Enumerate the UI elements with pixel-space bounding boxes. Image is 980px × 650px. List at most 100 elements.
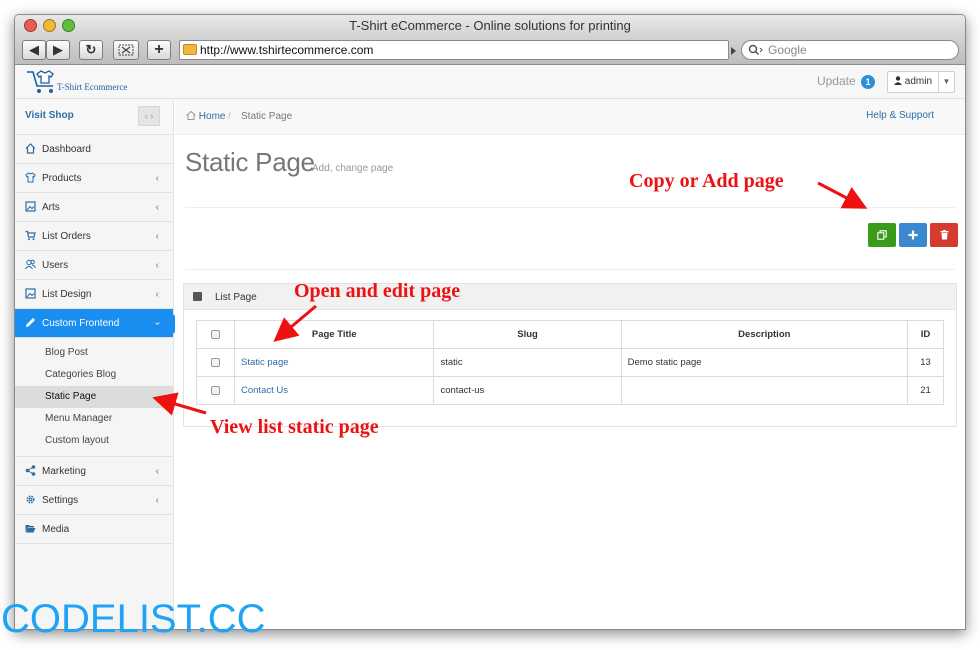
sidebar-item-label: Arts xyxy=(42,202,60,213)
sidebar-item-users[interactable]: Users ‹ xyxy=(15,251,173,280)
panel-title: List Page xyxy=(215,292,257,303)
column-header-description[interactable]: Description xyxy=(620,320,909,349)
select-all-cell xyxy=(196,320,235,349)
zoom-window-icon[interactable] xyxy=(62,19,75,32)
sidebar-item-list-design[interactable]: List Design ‹ xyxy=(15,280,173,309)
page-title-cell: Contact Us xyxy=(233,376,435,405)
search-input[interactable]: Google xyxy=(741,40,959,60)
breadcrumb-home-label: Home xyxy=(198,111,226,122)
reload-button[interactable]: ↻ xyxy=(79,40,103,60)
submenu-item-static-page[interactable]: Static Page xyxy=(15,386,173,408)
row-checkbox[interactable] xyxy=(211,357,220,367)
chevron-left-icon: ‹ xyxy=(155,495,159,506)
update-link[interactable]: Update 1 xyxy=(817,74,875,89)
annotation-view-list: View list static page xyxy=(210,416,379,438)
submenu-item-custom-layout[interactable]: Custom layout xyxy=(15,430,173,452)
close-window-icon[interactable] xyxy=(24,19,37,32)
chevron-down-icon: ‹ xyxy=(151,321,163,326)
page-title-link[interactable]: Static page xyxy=(241,357,289,368)
browser-titlebar: T-Shirt eCommerce - Online solutions for… xyxy=(15,15,965,37)
chevron-left-icon: ‹ xyxy=(155,466,159,477)
sidebar-item-label: List Orders xyxy=(42,231,91,242)
sidebar-item-custom-frontend[interactable]: Custom Frontend ‹ xyxy=(15,309,182,338)
sidebar-item-label: Settings xyxy=(42,495,79,506)
page-title: Static Page xyxy=(185,147,315,177)
description-cell xyxy=(620,376,909,405)
dropdown-arrow-icon[interactable] xyxy=(731,47,736,55)
row-checkbox[interactable] xyxy=(211,385,220,395)
scissors-icon xyxy=(118,44,134,56)
chevron-left-icon: ‹ xyxy=(155,202,159,213)
browser-toolbar: ◀ ▶ ↻ + http://www.tshirtecommerce.com G… xyxy=(15,37,965,65)
plus-icon xyxy=(908,230,918,240)
sidebar-item-media[interactable]: Media xyxy=(15,515,173,544)
app-header: T-Shirt Ecommerce Update 1 admin ▼ xyxy=(15,65,965,99)
submenu-item-blog-post[interactable]: Blog Post xyxy=(15,342,173,364)
image-icon xyxy=(25,288,36,299)
sidebar-item-marketing[interactable]: Marketing ‹ xyxy=(15,457,173,486)
row-select-cell xyxy=(196,348,235,377)
forward-button[interactable]: ▶ xyxy=(46,40,70,60)
add-bookmark-button[interactable]: + xyxy=(147,40,171,60)
copy-page-button[interactable] xyxy=(868,223,896,247)
description-cell: Demo static page xyxy=(620,348,909,377)
cart-logo-icon xyxy=(27,70,54,93)
visit-shop-link[interactable]: Visit Shop xyxy=(25,110,74,121)
sidebar-collapse-toggle[interactable]: ‹ › xyxy=(138,106,160,126)
help-support-link[interactable]: Help & Support xyxy=(866,110,934,121)
browser-title: T-Shirt eCommerce - Online solutions for… xyxy=(349,18,631,33)
page-title-cell: Static page xyxy=(233,348,435,377)
user-menu-button[interactable]: admin ▼ xyxy=(887,71,955,93)
submenu-item-categories-blog[interactable]: Categories Blog xyxy=(15,364,173,386)
sidebar-item-label: Users xyxy=(42,260,69,271)
back-button[interactable]: ◀ xyxy=(22,40,46,60)
search-placeholder: Google xyxy=(768,43,807,57)
folder-open-icon xyxy=(25,525,36,533)
minimize-window-icon[interactable] xyxy=(43,19,56,32)
sidebar-item-products[interactable]: Products ‹ xyxy=(15,164,173,193)
column-header-id[interactable]: ID xyxy=(907,320,944,349)
cart-icon xyxy=(25,230,36,241)
slug-cell: static xyxy=(433,348,622,377)
annotation-open-edit: Open and edit page xyxy=(294,280,461,302)
user-name: admin xyxy=(904,76,933,87)
breadcrumb-current: Static Page xyxy=(241,111,293,122)
sidebar-item-label: Products xyxy=(42,173,82,184)
sidebar-item-settings[interactable]: Settings ‹ xyxy=(15,486,173,515)
submenu-item-menu-manager[interactable]: Menu Manager xyxy=(15,408,173,430)
column-header-slug[interactable]: Slug xyxy=(433,320,622,349)
id-cell: 21 xyxy=(907,376,944,405)
external-link-icon xyxy=(193,292,202,301)
page-title-link[interactable]: Contact Us xyxy=(241,385,288,396)
column-header-page-title[interactable]: Page Title xyxy=(233,320,435,349)
table-row: Contact Us contact-us 21 xyxy=(196,376,944,405)
share-icon xyxy=(25,465,36,476)
annotation-copy-add: Copy or Add page xyxy=(629,170,784,192)
add-page-button[interactable] xyxy=(899,223,927,247)
custom-frontend-submenu: Blog Post Categories Blog Static Page Me… xyxy=(15,338,173,457)
chevron-down-icon[interactable]: ▼ xyxy=(938,72,954,92)
delete-page-button[interactable] xyxy=(930,223,958,247)
chevron-left-icon: ‹ xyxy=(155,260,159,271)
search-icon xyxy=(748,44,763,56)
sidebar-item-label: Custom Frontend xyxy=(42,318,120,329)
logo[interactable]: T-Shirt Ecommerce xyxy=(25,68,145,96)
id-cell: 13 xyxy=(907,348,944,377)
brand-name: T-Shirt Ecommerce xyxy=(57,82,128,92)
screenshot-button[interactable] xyxy=(113,40,139,60)
tshirt-icon xyxy=(25,172,36,183)
breadcrumb-home[interactable]: Home xyxy=(186,110,226,122)
gear-icon xyxy=(26,495,35,504)
pages-table: Page Title Slug Description ID Static pa… xyxy=(196,320,944,405)
sidebar-item-arts[interactable]: Arts ‹ xyxy=(15,193,173,222)
sidebar-item-dashboard[interactable]: Dashboard xyxy=(15,135,173,164)
breadcrumb: Home / Static Page Help & Support xyxy=(175,99,965,135)
page-subtitle: Add, change page xyxy=(312,163,394,174)
chevron-left-icon: ‹ xyxy=(155,289,159,300)
sidebar-item-label: Media xyxy=(42,524,70,535)
sidebar-item-list-orders[interactable]: List Orders ‹ xyxy=(15,222,173,251)
folder-icon xyxy=(183,44,197,55)
address-bar[interactable]: http://www.tshirtecommerce.com xyxy=(179,40,729,60)
browser-window: T-Shirt eCommerce - Online solutions for… xyxy=(14,14,966,630)
select-all-checkbox[interactable] xyxy=(211,329,220,339)
